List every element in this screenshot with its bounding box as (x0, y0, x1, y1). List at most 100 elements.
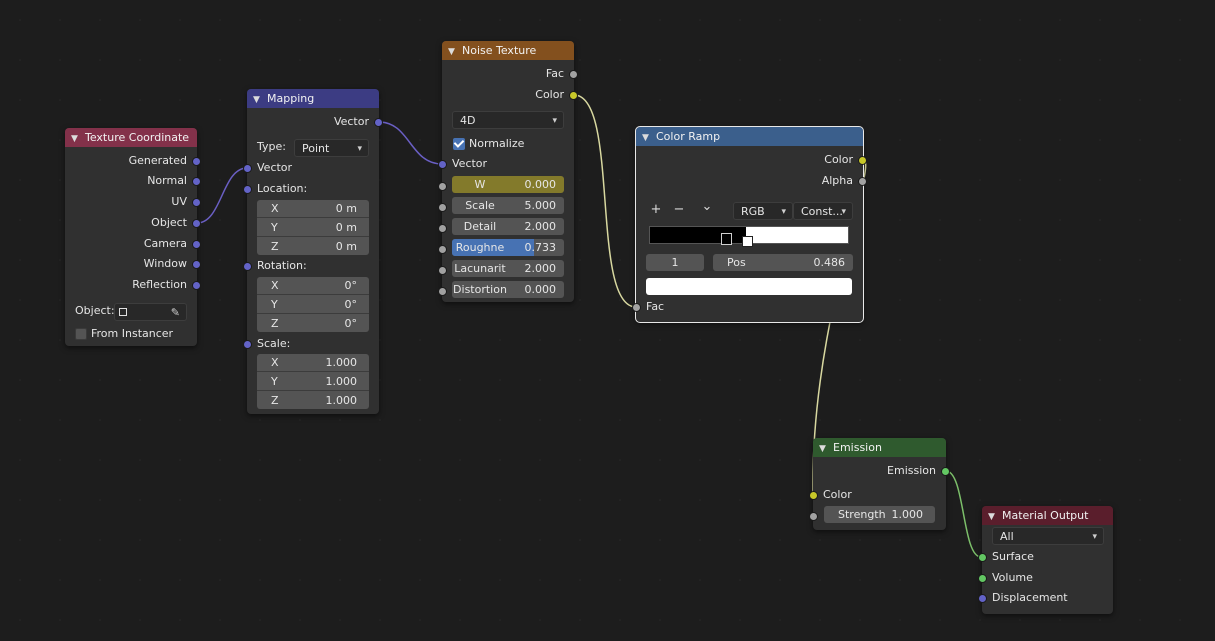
socket-volume[interactable] (978, 574, 987, 583)
detail-field[interactable]: Detail 2.000 (452, 218, 564, 235)
position-field[interactable]: Pos 0.486 (713, 254, 853, 271)
location-x[interactable]: X0 m (257, 200, 369, 218)
rotation-x[interactable]: X 0° (257, 277, 369, 295)
grid-dot (899, 259, 901, 261)
grid-dot (619, 339, 621, 341)
type-dropdown[interactable]: Point ▾ (294, 139, 369, 157)
grid-dot (219, 19, 221, 21)
socket-object[interactable] (192, 219, 201, 228)
socket-reflection[interactable] (192, 281, 201, 290)
from-instancer-checkbox[interactable] (75, 328, 87, 340)
socket-generated[interactable] (192, 157, 201, 166)
location-z[interactable]: Z0 m (257, 238, 369, 255)
chevron-down-icon[interactable]: ▼ (988, 508, 1002, 525)
socket-lacunarity[interactable] (438, 266, 447, 275)
socket-surface[interactable] (978, 553, 987, 562)
color-ramp-header[interactable]: ▼ Color Ramp (636, 127, 863, 146)
socket-color-out[interactable] (858, 156, 867, 165)
grid-dot (219, 59, 221, 61)
roughness-field[interactable]: Roughne 0.733 (452, 239, 564, 256)
ramp-menu-button[interactable]: ⌄ (698, 199, 716, 214)
socket-scale[interactable] (243, 340, 252, 349)
socket-location[interactable] (243, 185, 252, 194)
dimensions-dropdown[interactable]: 4D ▾ (452, 111, 564, 129)
material-output-node[interactable]: ▼ Material Output All ▾ Surface Volume Dis… (978, 506, 1113, 614)
location-y[interactable]: Y0 m (257, 219, 369, 237)
stop-index-field[interactable]: 1 (646, 254, 704, 271)
lacunarity-field[interactable]: Lacunarit 2.000 (452, 260, 564, 277)
socket-vector-in[interactable] (438, 160, 447, 169)
socket-alpha[interactable] (858, 177, 867, 186)
noise-texture-header[interactable]: ▼ Noise Texture (442, 41, 574, 60)
socket-normal[interactable] (192, 177, 201, 186)
socket-roughness[interactable] (438, 245, 447, 254)
color-stop-black[interactable] (721, 233, 732, 245)
socket-scale[interactable] (438, 203, 447, 212)
grid-dot (1139, 339, 1141, 341)
eyedropper-icon[interactable]: ✎ (171, 304, 180, 322)
mapping-node[interactable]: ▼ Mapping Vector Type: Point ▾ Vector Loca… (243, 89, 383, 414)
chevron-down-icon[interactable]: ▼ (448, 43, 462, 60)
rotation-z[interactable]: Z 0° (257, 315, 369, 332)
socket-vector-in[interactable] (243, 164, 252, 173)
material-output-header[interactable]: ▼ Material Output (982, 506, 1113, 525)
stop-color-swatch[interactable] (646, 278, 852, 295)
grid-dot (1179, 59, 1181, 61)
grid-dot (699, 379, 701, 381)
socket-displacement[interactable] (978, 594, 987, 603)
grid-dot (1059, 259, 1061, 261)
grid-dot (139, 499, 141, 501)
socket-uv[interactable] (192, 198, 201, 207)
strength-field[interactable]: Strength 1.000 (824, 506, 935, 523)
interpolation-dropdown[interactable]: Const... ▾ (793, 202, 853, 220)
target-dropdown[interactable]: All ▾ (992, 527, 1104, 545)
grid-dot (619, 259, 621, 261)
emission-header[interactable]: ▼ Emission (813, 438, 946, 457)
socket-distortion[interactable] (438, 287, 447, 296)
rotation-fields[interactable]: X 0° Y 0° Z 0° (257, 277, 369, 332)
socket-color-in[interactable] (809, 491, 818, 500)
socket-emission-out[interactable] (941, 467, 950, 476)
grid-dot (579, 379, 581, 381)
socket-camera[interactable] (192, 240, 201, 249)
socket-rotation[interactable] (243, 262, 252, 271)
chevron-down-icon[interactable]: ▼ (71, 130, 85, 147)
chevron-down-icon[interactable]: ▼ (819, 440, 833, 457)
scale-field[interactable]: Scale 5.000 (452, 197, 564, 214)
scale-fields[interactable]: X 1.000 Y 1.000 Z 1.000 (257, 354, 369, 409)
location-fields[interactable]: X0 m Y0 m Z0 m (257, 200, 369, 255)
socket-vector-out[interactable] (374, 118, 383, 127)
chevron-down-icon[interactable]: ▼ (253, 91, 267, 108)
texture-coordinate-header[interactable]: ▼ Texture Coordinate (65, 128, 197, 147)
object-picker[interactable]: ✎ (114, 303, 187, 321)
socket-detail[interactable] (438, 224, 447, 233)
socket-w[interactable] (438, 182, 447, 191)
texture-coordinate-node[interactable]: ▼ Texture Coordinate Generated Normal UV … (65, 128, 201, 346)
mapping-header[interactable]: ▼ Mapping (247, 89, 379, 108)
grid-dot (779, 499, 781, 501)
socket-color-out[interactable] (569, 91, 578, 100)
scale-y[interactable]: Y 1.000 (257, 373, 369, 391)
socket-strength[interactable] (809, 512, 818, 521)
socket-fac-in[interactable] (632, 303, 641, 312)
scale-x[interactable]: X 1.000 (257, 354, 369, 372)
noise-texture-node[interactable]: ▼ Noise Texture Fac Color 4D ▾ Normalize V… (438, 41, 578, 302)
color-ramp-node[interactable]: ▼ Color Ramp Color Alpha + − ⌄ RGB ▾ Const… (632, 126, 867, 323)
socket-fac[interactable] (569, 70, 578, 79)
remove-stop-button[interactable]: − (670, 202, 688, 217)
w-field[interactable]: W 0.000 (452, 176, 564, 193)
emission-node[interactable]: ▼ Emission Emission Color Strength 1.000 (809, 438, 950, 530)
rotation-y[interactable]: Y 0° (257, 296, 369, 314)
color-mode-dropdown[interactable]: RGB ▾ (733, 202, 793, 220)
grid-dot (979, 219, 981, 221)
chevron-down-icon[interactable]: ▼ (642, 129, 656, 146)
grid-dot (99, 619, 101, 621)
distortion-field[interactable]: Distortion 0.000 (452, 281, 564, 298)
add-stop-button[interactable]: + (647, 202, 665, 217)
color-stop-white[interactable] (742, 236, 753, 247)
scale-z[interactable]: Z 1.000 (257, 392, 369, 409)
grid-dot (19, 459, 21, 461)
normalize-checkbox[interactable] (453, 138, 465, 150)
socket-window[interactable] (192, 260, 201, 269)
grid-dot (59, 299, 61, 301)
